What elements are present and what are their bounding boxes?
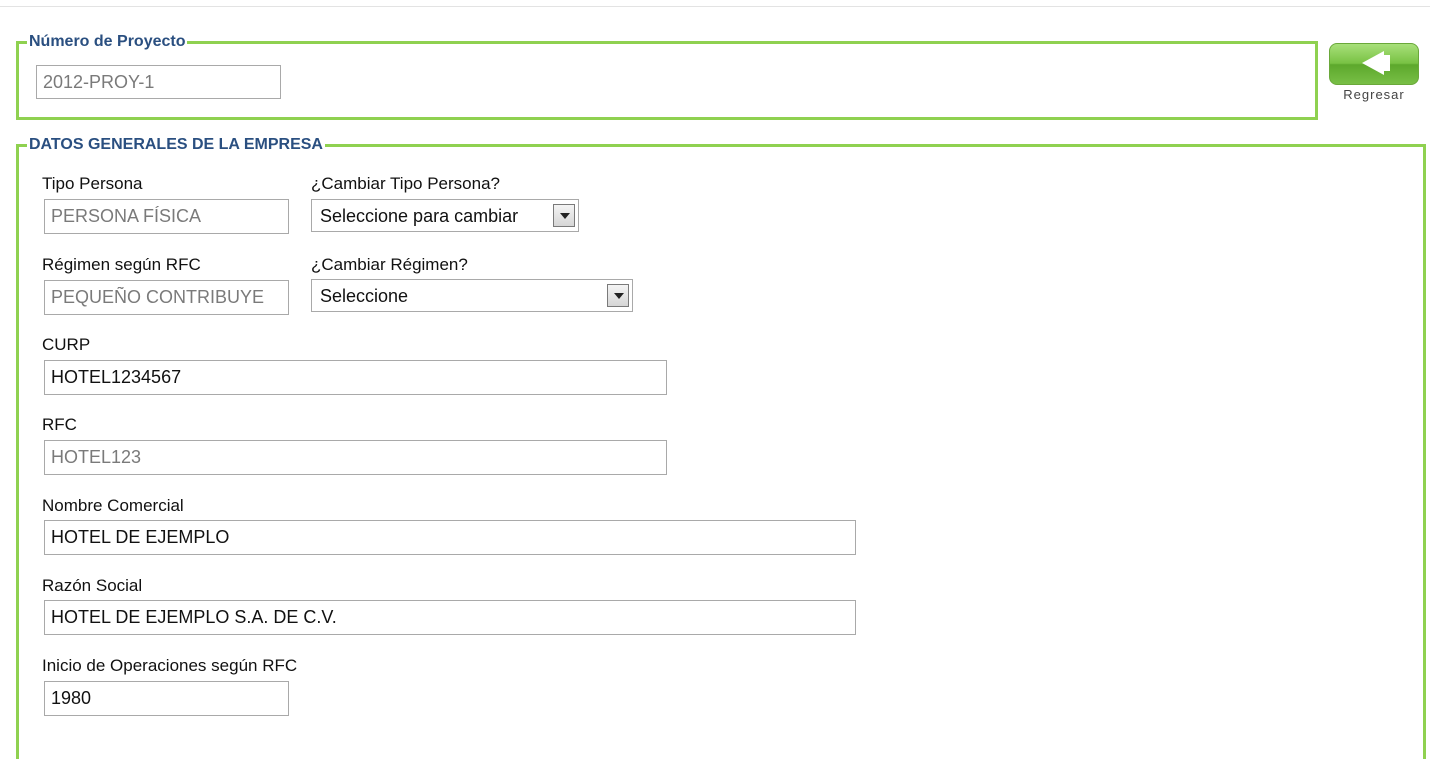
tipo-persona-field[interactable] (44, 199, 289, 234)
cambiar-regimen-label: ¿Cambiar Régimen? (311, 255, 468, 274)
regimen-field[interactable] (44, 280, 289, 315)
curp-field[interactable] (44, 360, 667, 395)
razon-social-field[interactable] (44, 600, 856, 635)
nombre-comercial-field[interactable] (44, 520, 856, 555)
regimen-label: Régimen según RFC (42, 255, 201, 274)
chevron-down-icon[interactable] (553, 204, 575, 227)
rfc-label: RFC (42, 415, 77, 434)
back-button[interactable] (1329, 43, 1419, 85)
cambiar-tipo-persona-select[interactable]: Seleccione para cambiar (311, 199, 579, 232)
cambiar-tipo-persona-label: ¿Cambiar Tipo Persona? (311, 174, 500, 193)
inicio-operaciones-label: Inicio de Operaciones según RFC (42, 656, 298, 675)
cambiar-tipo-persona-value: Seleccione para cambiar (320, 206, 519, 226)
project-number-legend: Número de Proyecto (29, 33, 186, 50)
rfc-field[interactable] (44, 440, 667, 475)
cambiar-regimen-value: Seleccione (320, 286, 409, 306)
top-divider (0, 6, 1430, 7)
back-arrow-icon (1362, 51, 1384, 75)
back-button-label[interactable]: Regresar (1330, 87, 1418, 102)
cambiar-regimen-select[interactable]: Seleccione (311, 279, 633, 312)
chevron-down-icon[interactable] (607, 284, 629, 307)
company-general-data-legend: DATOS GENERALES DE LA EMPRESA (29, 136, 323, 153)
razon-social-label: Razón Social (42, 576, 143, 595)
inicio-operaciones-field[interactable] (44, 681, 289, 716)
project-number-field[interactable] (36, 65, 281, 99)
tipo-persona-label: Tipo Persona (42, 174, 143, 193)
curp-label: CURP (42, 335, 91, 354)
nombre-comercial-label: Nombre Comercial (42, 496, 184, 515)
